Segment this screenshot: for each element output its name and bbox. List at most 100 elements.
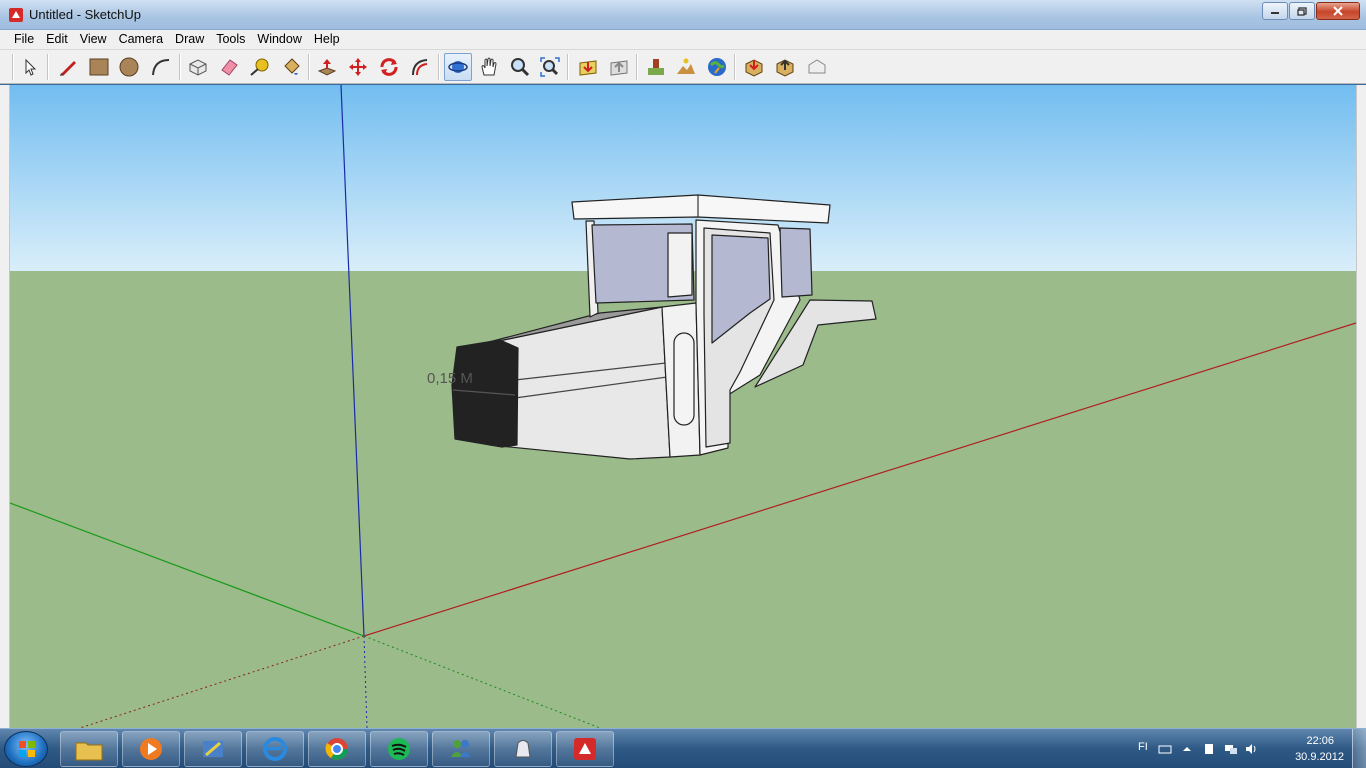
line-tool-button[interactable] <box>54 53 82 81</box>
taskbar-utility-button[interactable] <box>494 731 552 767</box>
show-hidden-icons-icon[interactable] <box>1180 742 1194 756</box>
taskbar-ie-button[interactable] <box>246 731 304 767</box>
clock-date[interactable]: 30.9.2012 <box>1295 751 1344 763</box>
menu-view[interactable]: View <box>74 30 113 49</box>
offset-tool-icon <box>412 59 428 76</box>
pan-tool-button[interactable] <box>475 53 503 81</box>
messenger-icon <box>451 740 471 757</box>
scene-canvas[interactable] <box>10 85 1356 728</box>
taskbar-explorer-button[interactable] <box>60 731 118 767</box>
circle-tool-button[interactable] <box>115 53 143 81</box>
minimize-button[interactable] <box>1262 2 1288 20</box>
windows-explorer-icon <box>75 742 103 761</box>
orbit-tool-icon <box>448 61 468 73</box>
taskbar-network-tool-button[interactable] <box>184 731 242 767</box>
volume-icon[interactable] <box>1244 742 1258 756</box>
get-components-button[interactable] <box>740 53 768 81</box>
zoom-tool-button[interactable] <box>506 53 534 81</box>
add-location-icon <box>648 59 664 75</box>
viewport-left-border <box>0 85 10 728</box>
move-tool-icon <box>349 58 367 76</box>
orbit-tool-button[interactable] <box>444 53 472 81</box>
toggle-terrain-button[interactable] <box>672 53 700 81</box>
close-icon <box>1333 6 1343 16</box>
rectangle-tool-icon <box>89 58 109 76</box>
keyboard-icon[interactable] <box>1158 742 1172 756</box>
system-tray: FI 22:06 30.9.2012 <box>1126 729 1366 768</box>
media-player-icon <box>140 738 162 760</box>
offset-tool-button[interactable] <box>406 53 434 81</box>
toolbar-separator <box>438 54 440 80</box>
rotate-tool-button[interactable] <box>375 53 403 81</box>
viewport-right-border <box>1356 85 1366 728</box>
zoom-extents-icon <box>540 57 560 77</box>
close-button[interactable] <box>1316 2 1360 20</box>
paint-bucket-button[interactable] <box>277 53 305 81</box>
start-button[interactable] <box>4 731 48 767</box>
add-location-button[interactable] <box>642 53 670 81</box>
taskbar-messenger-button[interactable] <box>432 731 490 767</box>
restore-icon <box>1297 6 1307 16</box>
windows-logo-icon <box>19 741 35 757</box>
menu-window[interactable]: Window <box>251 30 307 49</box>
sketchup-icon <box>574 738 596 760</box>
toolbar-separator <box>308 54 310 80</box>
tape-measure-button[interactable] <box>245 53 273 81</box>
main-toolbar <box>0 50 1366 84</box>
window-title: Untitled - SketchUp <box>29 7 141 22</box>
share-model-icon <box>610 60 628 76</box>
cab-window-door <box>667 232 693 298</box>
menu-help[interactable]: Help <box>308 30 346 49</box>
device-icon[interactable] <box>1202 742 1216 756</box>
drawing-viewport[interactable]: 0,15 M <box>10 85 1356 728</box>
pan-tool-icon <box>481 57 497 76</box>
menu-bar: File Edit View Camera Draw Tools Window … <box>0 30 1366 50</box>
taskbar-spotify-button[interactable] <box>370 731 428 767</box>
window-controls <box>1261 2 1360 20</box>
paint-bucket-tool-icon <box>284 58 300 75</box>
pencil-line-tool-icon <box>60 61 76 76</box>
rotate-tool-icon <box>380 58 398 76</box>
taskbar-media-player-button[interactable] <box>122 731 180 767</box>
menu-draw[interactable]: Draw <box>169 30 210 49</box>
preview-google-earth-icon <box>708 58 726 76</box>
push-pull-button[interactable] <box>313 53 341 81</box>
toolbar-separator <box>636 54 638 80</box>
cab-window-rear <box>779 227 813 298</box>
menu-camera[interactable]: Camera <box>113 30 169 49</box>
extension-warehouse-button[interactable] <box>803 53 831 81</box>
toolbar-grip <box>12 54 14 80</box>
arc-tool-icon <box>152 59 170 76</box>
chrome-icon <box>325 738 348 760</box>
share-model-button[interactable] <box>605 53 633 81</box>
show-desktop-button[interactable] <box>1352 729 1366 768</box>
select-tool-button[interactable] <box>16 53 44 81</box>
toolbar-separator <box>734 54 736 80</box>
share-component-button[interactable] <box>771 53 799 81</box>
zoom-extents-button[interactable] <box>536 53 564 81</box>
menu-file[interactable]: File <box>8 30 40 49</box>
extension-warehouse-icon <box>808 59 826 74</box>
menu-tools[interactable]: Tools <box>210 30 251 49</box>
push-pull-tool-icon <box>317 59 337 76</box>
tape-measure-tool-icon <box>250 58 269 76</box>
eraser-tool-button[interactable] <box>215 53 243 81</box>
menu-edit[interactable]: Edit <box>40 30 74 49</box>
arc-tool-button[interactable] <box>147 53 175 81</box>
make-component-button[interactable] <box>184 53 212 81</box>
rectangle-tool-button[interactable] <box>85 53 113 81</box>
title-bar: Untitled - SketchUp <box>0 0 1366 30</box>
get-models-button[interactable] <box>574 53 602 81</box>
clock-time[interactable]: 22:06 <box>1306 735 1334 747</box>
toolbar-separator <box>47 54 49 80</box>
taskbar-sketchup-button[interactable] <box>556 731 614 767</box>
get-models-icon <box>579 60 597 76</box>
move-tool-button[interactable] <box>344 53 372 81</box>
taskbar-chrome-button[interactable] <box>308 731 366 767</box>
language-indicator[interactable]: FI <box>1138 741 1148 753</box>
preview-google-earth-button[interactable] <box>703 53 731 81</box>
make-component-icon <box>189 59 207 76</box>
internet-explorer-icon <box>263 737 287 761</box>
network-icon[interactable] <box>1224 742 1238 756</box>
maximize-button[interactable] <box>1289 2 1315 20</box>
